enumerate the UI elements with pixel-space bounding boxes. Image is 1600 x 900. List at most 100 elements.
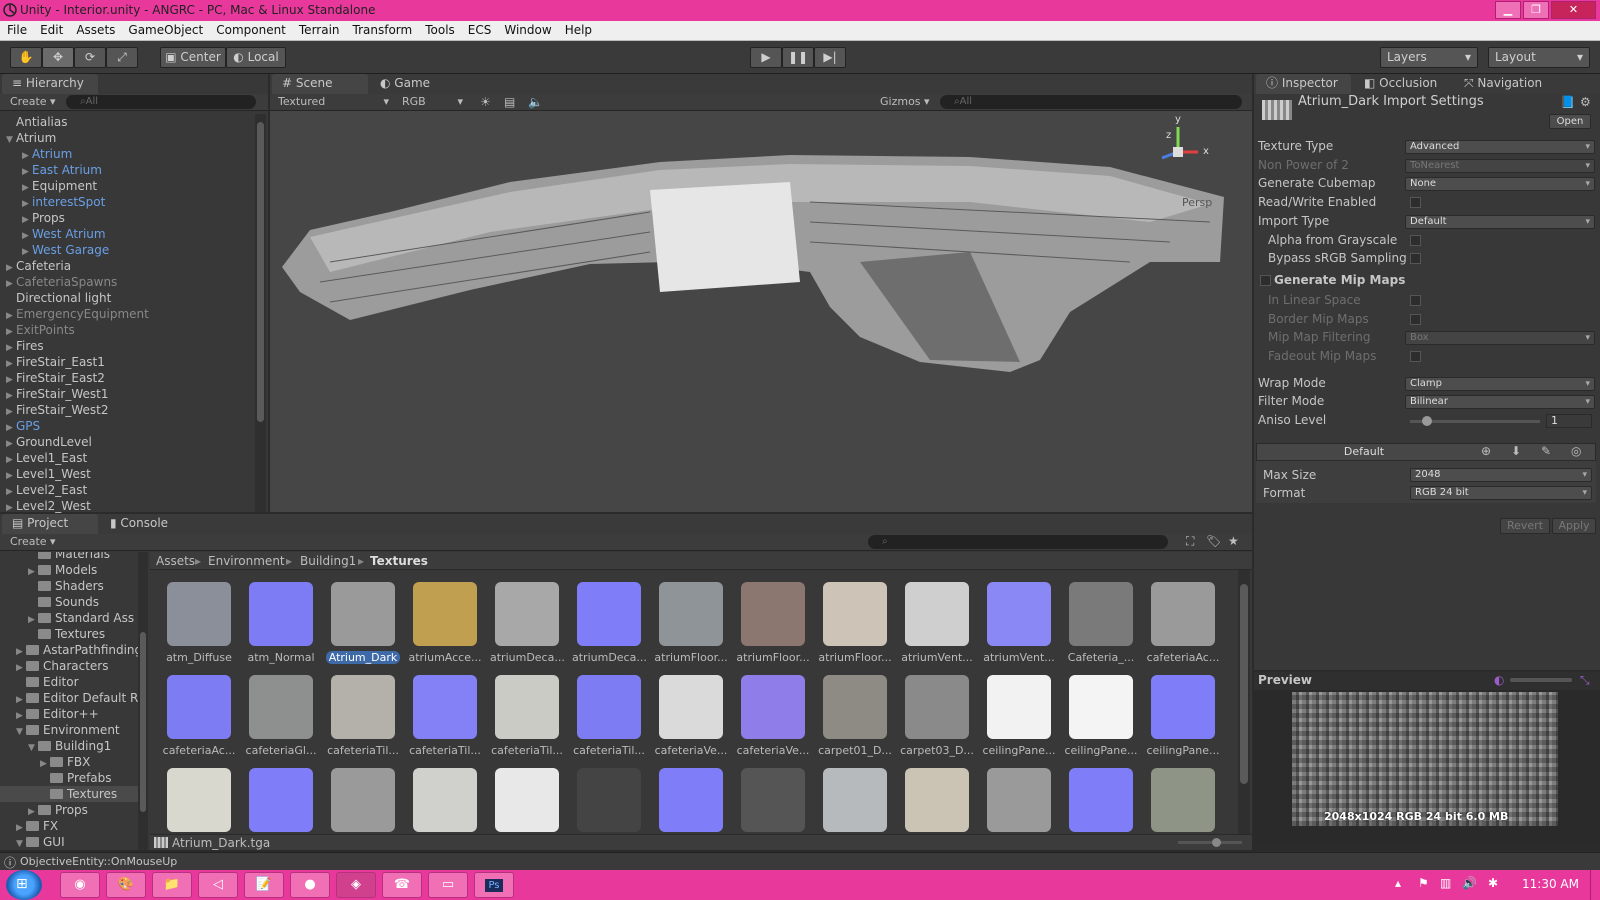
expand-arrow-icon[interactable]: ▼ bbox=[16, 836, 26, 850]
hierarchy-item[interactable]: ▶ FireStair_West2 bbox=[6, 402, 109, 418]
gear-icon[interactable]: ⚙ bbox=[1580, 95, 1591, 109]
asset-tile[interactable]: cafeteriaTil... bbox=[572, 675, 646, 757]
expand-arrow-icon[interactable]: ▼ bbox=[6, 132, 16, 148]
space-local-toggle[interactable]: ◐ Local bbox=[226, 47, 286, 68]
folder-tree-item[interactable]: ▶ Standard Ass bbox=[0, 610, 138, 626]
asset-tile[interactable]: carpet03_D... bbox=[900, 675, 974, 757]
menu-component[interactable]: Component bbox=[209, 21, 292, 37]
asset-tile[interactable]: atriumFloor... bbox=[654, 582, 728, 664]
hierarchy-item[interactable]: ▶ FireStair_West1 bbox=[6, 386, 109, 402]
hierarchy-item[interactable]: ▼ Atrium bbox=[6, 130, 56, 146]
close-button[interactable]: ✕ bbox=[1551, 1, 1596, 19]
folder-tree-item[interactable]: ▼ GUI bbox=[0, 834, 138, 850]
asset-tile[interactable] bbox=[1146, 768, 1220, 837]
asset-tile[interactable]: cafeteriaTil... bbox=[408, 675, 482, 757]
hierarchy-item[interactable]: ▶ ExitPoints bbox=[6, 322, 75, 338]
asset-tile[interactable]: carpet01_D... bbox=[818, 675, 892, 757]
revert-button[interactable]: Revert bbox=[1500, 518, 1550, 534]
status-message[interactable]: ObjectiveEntity::OnMouseUp bbox=[20, 855, 177, 868]
pivot-center-toggle[interactable]: ▣ Center bbox=[160, 47, 226, 68]
hierarchy-item[interactable]: Antialias bbox=[6, 114, 67, 130]
gizmos-dropdown[interactable]: Gizmos ▾ bbox=[880, 95, 930, 108]
asset-tile[interactable]: cafeteriaVe... bbox=[736, 675, 810, 757]
aniso-level-slider[interactable] bbox=[1410, 416, 1540, 427]
folder-tree-item[interactable]: ▶ FBX bbox=[0, 754, 138, 770]
menu-window[interactable]: Window bbox=[497, 21, 557, 37]
hierarchy-create-button[interactable]: Create ▾ bbox=[10, 95, 56, 108]
layers-dropdown[interactable]: Layers ▾ bbox=[1380, 47, 1478, 68]
tab-console[interactable]: ▮ Console bbox=[100, 514, 196, 534]
folder-tree-item[interactable]: Shaders bbox=[0, 578, 138, 594]
show-desktop-button[interactable] bbox=[1590, 870, 1600, 900]
menu-ecs[interactable]: ECS bbox=[461, 21, 498, 37]
hierarchy-item[interactable]: ▶ FireStair_East1 bbox=[6, 354, 105, 370]
start-button[interactable]: ⊞ bbox=[6, 870, 42, 900]
property-dropdown[interactable]: Default bbox=[1405, 214, 1595, 229]
folder-tree-item[interactable]: ▶ Characters bbox=[0, 658, 138, 674]
folder-tree-item[interactable]: Textures bbox=[0, 626, 138, 642]
tab-game[interactable]: ◐ Game bbox=[370, 74, 466, 94]
hierarchy-item[interactable]: ▶ Equipment bbox=[22, 178, 97, 194]
asset-tile[interactable]: atriumVent... bbox=[900, 582, 974, 664]
folder-tree-item[interactable]: ▼ Environment bbox=[0, 722, 138, 738]
layout-dropdown[interactable]: Layout ▾ bbox=[1488, 47, 1590, 68]
taskbar-notepad[interactable]: 📝 bbox=[244, 872, 284, 898]
menu-file[interactable]: File bbox=[0, 21, 33, 37]
menu-assets[interactable]: Assets bbox=[69, 21, 121, 37]
property-checkbox[interactable] bbox=[1410, 313, 1421, 325]
asset-tile[interactable] bbox=[162, 768, 236, 837]
standalone-platform-icon[interactable]: ⬇ bbox=[1511, 444, 1521, 458]
asset-grid-scrollbar[interactable] bbox=[1238, 570, 1250, 840]
clock[interactable]: 11:30 AM bbox=[1522, 877, 1579, 891]
property-checkbox[interactable] bbox=[1410, 294, 1421, 306]
asset-tile[interactable] bbox=[982, 768, 1056, 837]
taskbar-paint[interactable]: 🎨 bbox=[106, 872, 146, 898]
asset-tile[interactable]: ceilingPane... bbox=[1064, 675, 1138, 757]
property-checkbox[interactable] bbox=[1410, 197, 1421, 209]
taskbar-photoshop[interactable]: Ps bbox=[474, 872, 514, 898]
taskbar-app-green[interactable]: ● bbox=[290, 872, 330, 898]
open-button[interactable]: Open bbox=[1549, 114, 1591, 129]
property-checkbox[interactable] bbox=[1410, 351, 1421, 362]
taskbar-app-phone[interactable]: ☎ bbox=[382, 872, 422, 898]
property-checkbox[interactable] bbox=[1410, 234, 1421, 246]
asset-tile[interactable]: atriumVent... bbox=[982, 582, 1056, 664]
project-search-input[interactable]: ⌕ bbox=[868, 535, 1168, 549]
asset-tile[interactable]: atm_Normal bbox=[244, 582, 318, 664]
hierarchy-item[interactable]: ▶ Atrium bbox=[22, 146, 72, 162]
breadcrumb-environment[interactable]: Environment bbox=[208, 554, 285, 568]
hierarchy-item[interactable]: ▶ interestSpot bbox=[22, 194, 105, 210]
taskbar-explorer[interactable]: 📁 bbox=[152, 872, 192, 898]
network-icon[interactable]: ▥ bbox=[1440, 876, 1451, 890]
asset-tile[interactable]: atm_Diffuse bbox=[162, 582, 236, 664]
taskbar-chrome[interactable]: ◉ bbox=[60, 872, 100, 898]
asset-tile[interactable] bbox=[490, 768, 564, 837]
folder-tree-scrollbar[interactable] bbox=[138, 552, 148, 850]
asset-tile[interactable]: atriumDeca... bbox=[572, 582, 646, 664]
property-dropdown[interactable]: None bbox=[1405, 177, 1595, 192]
pause-button[interactable]: ❚❚ bbox=[782, 47, 814, 68]
property-dropdown[interactable]: Advanced bbox=[1405, 140, 1595, 154]
hierarchy-item[interactable]: ▶ Level2_East bbox=[6, 482, 87, 498]
hierarchy-item[interactable]: ▶ Level1_East bbox=[6, 450, 87, 466]
asset-tile[interactable] bbox=[654, 768, 728, 837]
hierarchy-scrollbar[interactable] bbox=[255, 114, 266, 512]
bluetooth-icon[interactable]: ✱ bbox=[1488, 876, 1498, 890]
asset-tile[interactable] bbox=[408, 768, 482, 837]
asset-tile[interactable]: ceilingPane... bbox=[1146, 675, 1220, 757]
tab-inspector[interactable]: ⓘ Inspector bbox=[1256, 74, 1351, 94]
asset-tile[interactable] bbox=[818, 768, 892, 837]
flash-platform-icon[interactable]: ◎ bbox=[1571, 444, 1581, 458]
folder-tree-item[interactable]: Textures bbox=[0, 786, 138, 802]
thumbnail-size-slider[interactable] bbox=[1178, 838, 1242, 847]
folder-tree-item[interactable]: Editor bbox=[0, 674, 138, 690]
asset-tile[interactable] bbox=[326, 768, 400, 837]
asset-tile[interactable]: cafeteriaTil... bbox=[326, 675, 400, 757]
property-dropdown[interactable]: Bilinear bbox=[1405, 395, 1595, 410]
hierarchy-item[interactable]: ▶ West Atrium bbox=[22, 226, 106, 242]
hierarchy-item[interactable]: ▶ GPS bbox=[6, 418, 40, 434]
help-book-icon[interactable]: 📘 bbox=[1560, 95, 1575, 109]
scene-search-input[interactable]: ⌕All bbox=[940, 95, 1242, 109]
asset-tile[interactable]: cafeteriaAc... bbox=[162, 675, 236, 757]
property-dropdown[interactable]: ToNearest bbox=[1405, 158, 1595, 173]
